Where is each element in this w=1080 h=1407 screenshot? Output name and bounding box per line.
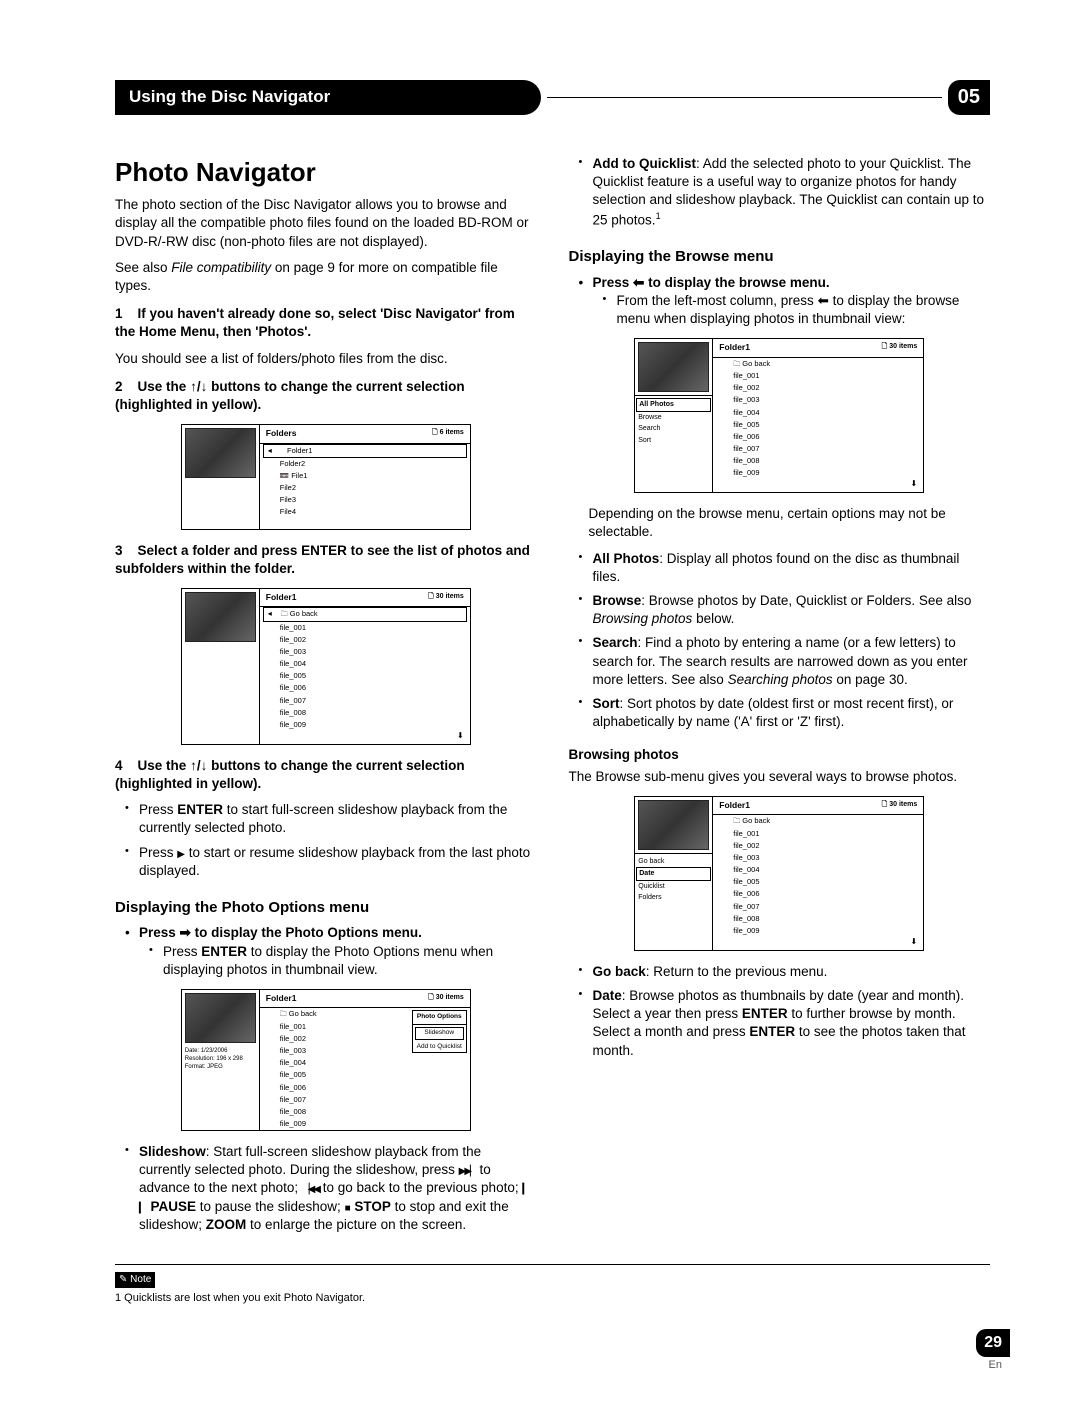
right-arrow-icon bbox=[180, 925, 191, 940]
left-arrow-icon bbox=[818, 293, 829, 308]
intro-paragraph: The photo section of the Disc Navigator … bbox=[115, 196, 537, 251]
photo-options-heading: Displaying the Photo Options menu bbox=[115, 898, 537, 918]
browsing-options: Go back: Return to the previous menu. Da… bbox=[579, 963, 991, 1060]
browse-menu-heading: Displaying the Browse menu bbox=[569, 247, 991, 267]
right-column: Add to Quicklist: Add the selected photo… bbox=[569, 155, 991, 1240]
folder-contents-screenshot: Folder1🗋 30 items ◂ Go back file_001 fil… bbox=[181, 588, 471, 745]
note-section: Note bbox=[115, 1264, 990, 1288]
up-arrow-icon bbox=[190, 758, 197, 773]
photo-options-screenshot: Date: 1/23/2006 Resolution: 196 x 298 Fo… bbox=[181, 989, 471, 1131]
up-arrow-icon bbox=[190, 379, 197, 394]
folders-screenshot: Folders🗋 6 items ◂ Folder1 Folder2 📼 Fil… bbox=[181, 424, 471, 529]
browsing-submenu-screenshot: Go back Date Quicklist Folders Folder1🗋 … bbox=[634, 796, 924, 951]
note-label: Note bbox=[115, 1272, 155, 1288]
browse-menu-screenshot: All Photos Browse Search Sort Folder1🗋 3… bbox=[634, 338, 924, 493]
page-title: Photo Navigator bbox=[115, 155, 537, 190]
section-title: Using the Disc Navigator bbox=[115, 80, 541, 115]
see-also: See also File compatibility on page 9 fo… bbox=[115, 259, 537, 295]
chapter-number: 05 bbox=[948, 80, 990, 115]
step-4: 4 Use the / buttons to change the curren… bbox=[115, 757, 537, 793]
page-language: En bbox=[989, 1358, 1002, 1373]
step-4-bullets: Press ENTER to start full-screen slidesh… bbox=[125, 801, 537, 880]
left-column: Photo Navigator The photo section of the… bbox=[115, 155, 537, 1240]
slideshow-bullet: Slideshow: Start full-screen slideshow p… bbox=[125, 1143, 537, 1234]
step-3: 3 Select a folder and press ENTER to see… bbox=[115, 542, 537, 578]
browse-menu-steps: Press to display the browse menu. From t… bbox=[579, 274, 991, 329]
prev-icon bbox=[302, 1180, 319, 1195]
photo-options-steps: Press to display the Photo Options menu.… bbox=[125, 924, 537, 979]
play-icon bbox=[177, 845, 185, 860]
page-number: 29 bbox=[976, 1329, 1010, 1357]
step-2: 2 Use the / buttons to change the curren… bbox=[115, 378, 537, 414]
browsing-intro: The Browse sub-menu gives you several wa… bbox=[569, 768, 991, 786]
browsing-photos-heading: Browsing photos bbox=[569, 746, 991, 764]
left-arrow-icon bbox=[633, 275, 644, 290]
browse-depends: Depending on the browse menu, certain op… bbox=[589, 505, 991, 541]
photo-options-popup: Photo Options Slideshow Add to Quicklist bbox=[412, 1010, 467, 1053]
step-1-result: You should see a list of folders/photo f… bbox=[115, 350, 537, 368]
footnote-1: 1 Quicklists are lost when you exit Phot… bbox=[115, 1291, 990, 1306]
step-1: 1 If you haven't already done so, select… bbox=[115, 305, 537, 341]
chapter-header: Using the Disc Navigator 05 bbox=[115, 80, 990, 115]
next-icon bbox=[459, 1162, 476, 1177]
browse-options: All Photos: Display all photos found on … bbox=[579, 550, 991, 732]
quicklist-bullet: Add to Quicklist: Add the selected photo… bbox=[579, 155, 991, 229]
